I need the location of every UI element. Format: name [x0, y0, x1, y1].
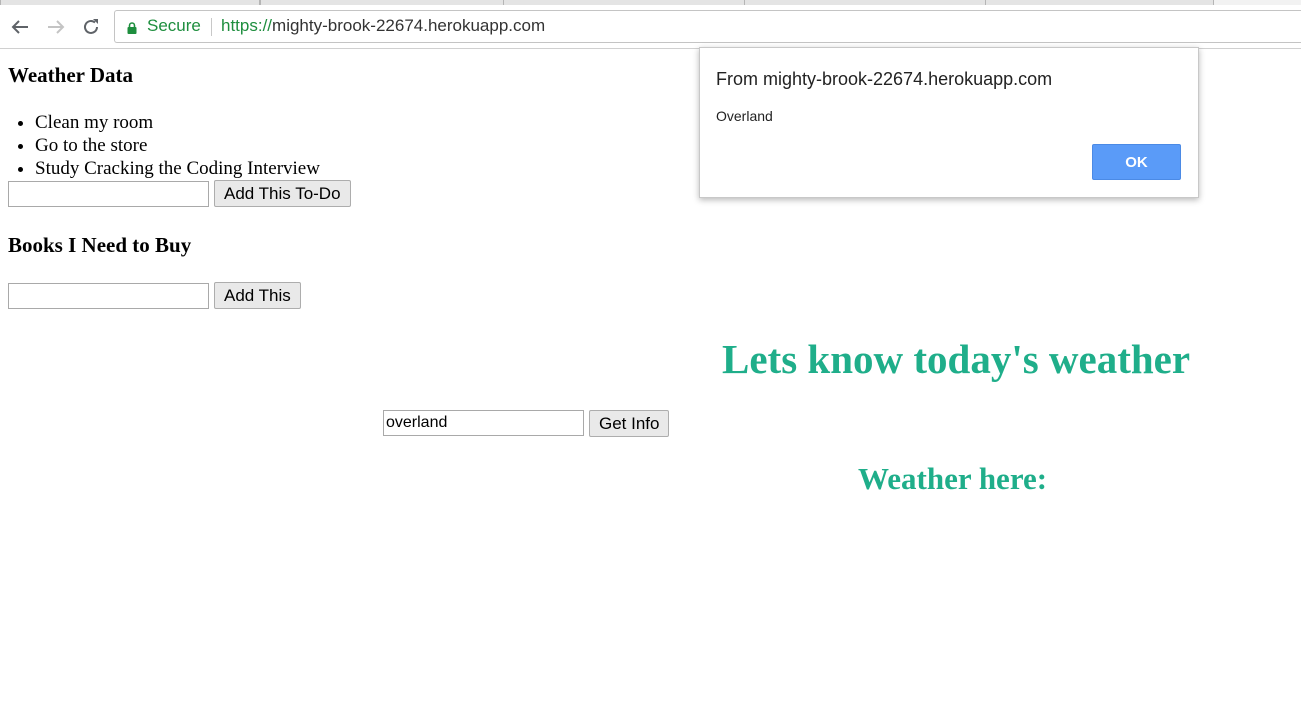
reload-icon[interactable] [79, 16, 103, 38]
alert-dialog: From mighty-brook-22674.herokuapp.com Ov… [699, 47, 1199, 198]
url-host: mighty-brook-22674.herokuapp.com [272, 16, 546, 35]
address-bar[interactable]: Secure https://mighty-brook-22674.heroku… [114, 10, 1301, 43]
forward-arrow-icon[interactable] [44, 16, 68, 38]
book-input[interactable] [8, 283, 209, 309]
todo-item: Study Cracking the Coding Interview [35, 157, 320, 180]
weather-data-heading: Weather Data [8, 63, 134, 87]
omnibox-divider [211, 18, 212, 36]
todo-item: Go to the store [35, 134, 320, 157]
url-text[interactable]: https://mighty-brook-22674.herokuapp.com [221, 16, 545, 36]
alert-ok-button[interactable]: OK [1092, 144, 1181, 180]
weather-title: Lets know today's weather [722, 336, 1191, 382]
add-book-button[interactable]: Add This [214, 282, 301, 309]
books-heading: Books I Need to Buy [8, 233, 192, 257]
secure-label: Secure [147, 16, 201, 35]
alert-title: From mighty-brook-22674.herokuapp.com [716, 69, 1053, 89]
url-scheme: https:// [221, 16, 273, 35]
weather-here-heading: Weather here: [858, 461, 1048, 496]
todo-item: Clean my room [35, 111, 320, 134]
lock-icon [127, 21, 137, 34]
alert-message: Overland [700, 103, 1198, 131]
city-input[interactable] [383, 410, 584, 436]
todo-input[interactable] [8, 181, 209, 207]
todo-list: Clean my room Go to the store Study Crac… [8, 111, 320, 180]
browser-toolbar: Secure https://mighty-brook-22674.heroku… [0, 5, 1301, 49]
get-info-button[interactable]: Get Info [589, 410, 670, 437]
add-todo-button[interactable]: Add This To-Do [214, 180, 351, 207]
back-arrow-icon[interactable] [8, 16, 32, 38]
